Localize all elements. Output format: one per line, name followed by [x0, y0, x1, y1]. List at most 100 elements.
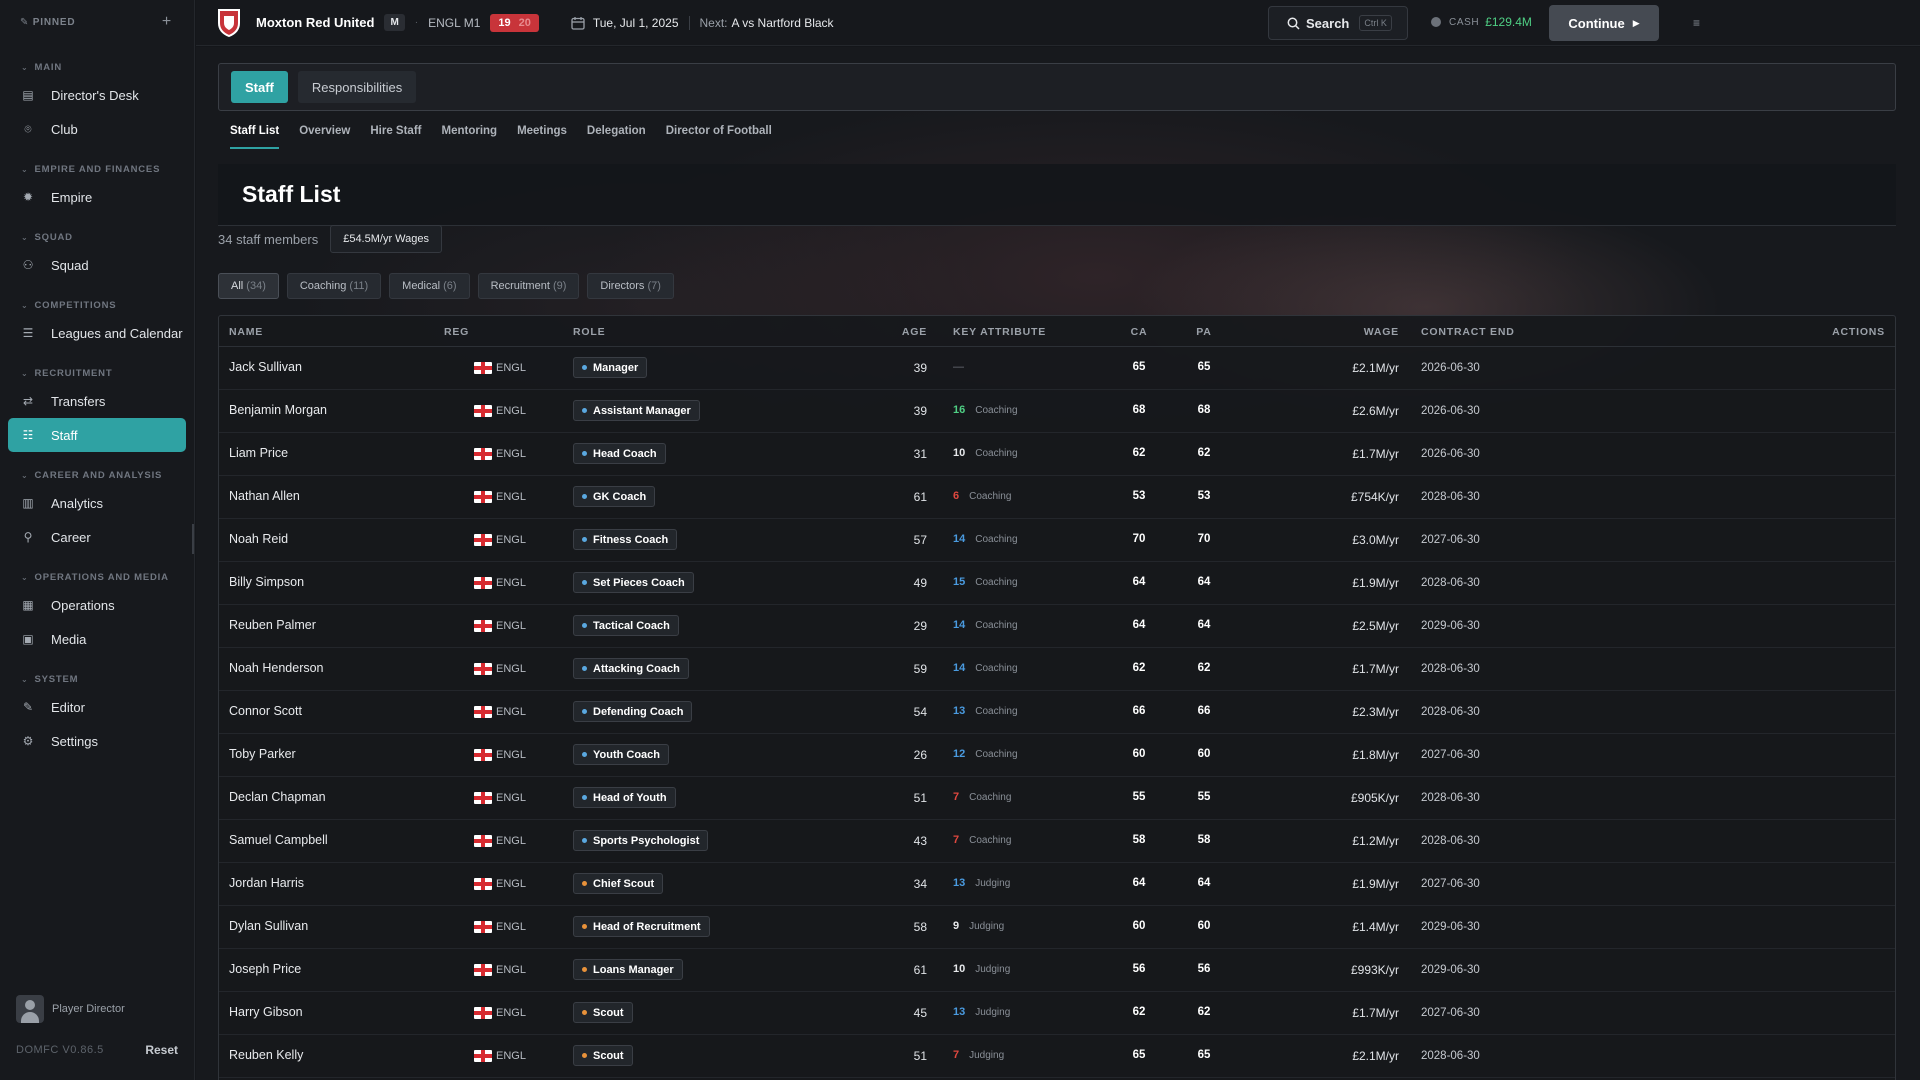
key-attribute: 14 Coaching: [953, 662, 1018, 674]
staff-name[interactable]: Nathan Allen: [229, 489, 300, 503]
table-row[interactable]: Reuben Kelly ENGL Scout 51 7 Judging 65 65 £2.1M…: [219, 1035, 1895, 1078]
user-profile[interactable]: Player Director: [16, 995, 125, 1023]
pin-icon: ✎: [20, 16, 33, 28]
sidebar-item-career[interactable]: ⚲ Career: [8, 520, 186, 554]
sidebar-section-header[interactable]: ⌄ SQUAD: [0, 226, 194, 248]
next-fixture[interactable]: Next: A vs Nartford Black: [700, 16, 834, 30]
sidebar-section-header[interactable]: ⌄ SYSTEM: [0, 668, 194, 690]
sidebar-item-operations[interactable]: ▦ Operations: [8, 588, 186, 622]
sidebar-section-header[interactable]: ⌄ CAREER AND ANALYSIS: [0, 464, 194, 486]
subtab-mentoring[interactable]: Mentoring: [441, 119, 497, 149]
sidebar-item-staff[interactable]: ☷ Staff: [8, 418, 186, 452]
staff-name[interactable]: Noah Henderson: [229, 661, 324, 675]
subtab-delegation[interactable]: Delegation: [587, 119, 646, 149]
reset-button[interactable]: Reset: [145, 1043, 178, 1057]
sidebar-item-label: Transfers: [51, 393, 106, 409]
staff-name[interactable]: Benjamin Morgan: [229, 403, 327, 417]
filter-recruitment[interactable]: Recruitment (9): [477, 273, 580, 299]
header-key-attribute[interactable]: KEY ATTRIBUTE: [953, 326, 1046, 338]
header-contract-end[interactable]: CONTRACT END: [1421, 326, 1515, 338]
sidebar-item-media[interactable]: ▣ Media: [8, 622, 186, 656]
league-label[interactable]: ENGL M1: [428, 16, 480, 30]
sidebar-item-squad[interactable]: ⚇ Squad: [8, 248, 186, 282]
sidebar-item-leagues-and-calendar[interactable]: ☰ Leagues and Calendar: [8, 316, 186, 350]
continue-button[interactable]: Continue ▶: [1549, 5, 1659, 41]
staff-name[interactable]: Declan Chapman: [229, 790, 326, 804]
staff-wage: £1.2M/yr: [1352, 834, 1399, 848]
subtab-staff-list[interactable]: Staff List: [230, 119, 280, 149]
filter-medical[interactable]: Medical (6): [389, 273, 470, 299]
staff-name[interactable]: Liam Price: [229, 446, 288, 460]
staff-name[interactable]: Reuben Palmer: [229, 618, 316, 632]
subtab-hire-staff[interactable]: Hire Staff: [370, 119, 421, 149]
table-row[interactable]: Reuben Palmer ENGL Tactical Coach 29 14 Coach…: [219, 605, 1895, 648]
header-wage[interactable]: WAGE: [1299, 326, 1399, 338]
table-row[interactable]: Harry Gibson ENGL Scout 45 13 Judging 62 62 £1.7…: [219, 992, 1895, 1035]
sidebar-item-director-s-desk[interactable]: ▤ Director's Desk: [8, 78, 186, 112]
table-row[interactable]: Connor Scott ENGL Defending Coach 54 13 Coach…: [219, 691, 1895, 734]
staff-name[interactable]: Jordan Harris: [229, 876, 304, 890]
sidebar-item-analytics[interactable]: ▥ Analytics: [8, 486, 186, 520]
sidebar-item-club[interactable]: ⌾ Club: [8, 112, 186, 146]
table-row[interactable]: Nathan Allen ENGL GK Coach 61 6 Coaching 53 53 £…: [219, 476, 1895, 519]
staff-name[interactable]: Jack Sullivan: [229, 360, 302, 374]
staff-name[interactable]: Toby Parker: [229, 747, 296, 761]
table-row[interactable]: Toby Parker ENGL Youth Coach 26 12 Coaching 60…: [219, 734, 1895, 777]
sidebar-item-empire[interactable]: ✹ Empire: [8, 180, 186, 214]
key-attribute: 13 Judging: [953, 877, 1010, 889]
header-ca[interactable]: CA: [1119, 326, 1159, 338]
table-row[interactable]: Benjamin Morgan ENGL Assistant Manager 39 16…: [219, 390, 1895, 433]
table-row[interactable]: Noah Reid ENGL Fitness Coach 57 14 Coaching 70…: [219, 519, 1895, 562]
subtab-meetings[interactable]: Meetings: [517, 119, 567, 149]
filter-all[interactable]: All (34): [218, 273, 279, 299]
staff-name[interactable]: Harry Gibson: [229, 1005, 303, 1019]
subtab-overview[interactable]: Overview: [299, 119, 350, 149]
subtab-director-of-football[interactable]: Director of Football: [666, 119, 772, 149]
staff-wage: £2.1M/yr: [1352, 361, 1399, 375]
staff-name[interactable]: Noah Reid: [229, 532, 288, 546]
club-name[interactable]: Moxton Red United: [256, 15, 374, 30]
header-role[interactable]: ROLE: [573, 326, 605, 338]
table-row[interactable]: Liam Price ENGL Head Coach 31 10 Coaching 62 62…: [219, 433, 1895, 476]
table-row[interactable]: Joseph Price ENGL Loans Manager 61 10 Judging…: [219, 949, 1895, 992]
filter-coaching[interactable]: Coaching (11): [286, 273, 382, 299]
staff-name[interactable]: Connor Scott: [229, 704, 302, 718]
sidebar-item-transfers[interactable]: ⇄ Transfers: [8, 384, 186, 418]
header-name[interactable]: NAME: [229, 326, 263, 338]
sidebar-section-header[interactable]: ⌄ COMPETITIONS: [0, 294, 194, 316]
table-row[interactable]: Jordan Harris ENGL Chief Scout 34 13 Judging 6…: [219, 863, 1895, 906]
sidebar-resize-handle[interactable]: [192, 524, 194, 554]
tab-responsibilities[interactable]: Responsibilities: [297, 71, 417, 103]
search-button[interactable]: Search Ctrl K: [1268, 6, 1408, 40]
sidebar-section-header[interactable]: ⌄ MAIN: [0, 56, 194, 78]
table-row[interactable]: Billy Simpson ENGL Set Pieces Coach 49 15 Coa…: [219, 562, 1895, 605]
staff-name[interactable]: Reuben Kelly: [229, 1048, 303, 1062]
sidebar-item-editor[interactable]: ✎ Editor: [8, 690, 186, 724]
table-row[interactable]: Dylan Sullivan ENGL Head of Recruitment 58 9…: [219, 906, 1895, 949]
sidebar-item-settings[interactable]: ⚙ Settings: [8, 724, 186, 758]
staff-name[interactable]: Billy Simpson: [229, 575, 304, 589]
sidebar-section-header[interactable]: ⌄ RECRUITMENT: [0, 362, 194, 384]
reg-code: ENGL: [496, 792, 526, 804]
add-pin-icon[interactable]: +: [162, 13, 172, 31]
contract-end: 2027-06-30: [1421, 749, 1480, 761]
table-row[interactable]: Declan Chapman ENGL Head of Youth 51 7 Coachi…: [219, 777, 1895, 820]
sidebar-section-header[interactable]: ⌄ EMPIRE AND FINANCES: [0, 158, 194, 180]
search-shortcut: Ctrl K: [1359, 15, 1392, 31]
header-reg[interactable]: REG: [444, 326, 469, 338]
filter-directors[interactable]: Directors (7): [587, 273, 674, 299]
key-attribute-value: 13: [953, 1006, 966, 1018]
table-row[interactable]: Samuel Campbell ENGL Sports Psychologist 43…: [219, 820, 1895, 863]
header-pa[interactable]: PA: [1184, 326, 1224, 338]
table-row[interactable]: Jack Sullivan ENGL Manager 39 — 65 65 £2.1M/yr 2…: [219, 347, 1895, 390]
staff-name[interactable]: Samuel Campbell: [229, 833, 328, 847]
staff-age: 61: [913, 490, 927, 504]
staff-name[interactable]: Joseph Price: [229, 962, 301, 976]
header-age[interactable]: AGE: [879, 326, 927, 338]
menu-icon[interactable]: ≡: [1693, 16, 1700, 30]
tab-staff[interactable]: Staff: [231, 71, 288, 103]
table-row[interactable]: Noah Henderson ENGL Attacking Coach 59 14 Coa…: [219, 648, 1895, 691]
key-attribute-value: 14: [953, 619, 966, 631]
sidebar-section-header[interactable]: ⌄ OPERATIONS AND MEDIA: [0, 566, 194, 588]
staff-name[interactable]: Dylan Sullivan: [229, 919, 308, 933]
